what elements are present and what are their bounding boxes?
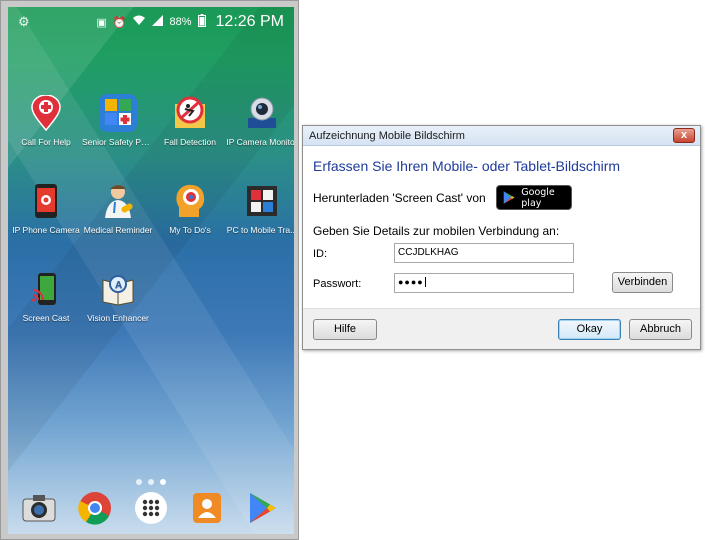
battery-icon	[197, 13, 206, 31]
page-dot	[148, 479, 154, 485]
contacts-icon[interactable]	[188, 489, 226, 527]
details-text: Geben Sie Details zur mobilen Verbindung…	[313, 224, 560, 238]
phone-frame: ⚙ ▣ ⏰ 88% 12:26 PM Call For Help Senior …	[0, 0, 299, 540]
app-call-for-help[interactable]: Call For Help	[10, 94, 82, 147]
phone-camera-icon	[27, 182, 65, 220]
alarm-icon: ⏰	[112, 16, 127, 29]
ip-camera-icon	[243, 94, 281, 132]
screen-recording-dialog: Aufzeichnung Mobile Bildschirm x Erfasse…	[302, 125, 701, 350]
app-label: Medical Reminder	[83, 225, 153, 235]
dialog-heading: Erfassen Sie Ihren Mobile- oder Tablet-B…	[313, 158, 621, 174]
app-drawer-icon[interactable]	[132, 489, 170, 527]
vision-book-icon: A	[99, 270, 137, 308]
pc-mobile-icon	[243, 182, 281, 220]
safety-phone-icon	[99, 94, 137, 132]
svg-text:A: A	[115, 280, 122, 291]
chrome-icon[interactable]	[76, 489, 114, 527]
download-text: Herunterladen 'Screen Cast' von	[313, 191, 486, 205]
help-button[interactable]: Hilfe	[313, 319, 377, 340]
ok-button[interactable]: Okay	[558, 319, 621, 340]
app-label: PC to Mobile Tra...	[226, 225, 294, 235]
app-medical-reminder[interactable]: Medical Reminder	[82, 182, 154, 235]
page-dot-active	[160, 479, 166, 485]
password-field[interactable]: ●●●●	[394, 273, 574, 293]
page-dot	[136, 479, 142, 485]
google-play-label: Google play	[521, 186, 555, 209]
clock: 12:26 PM	[215, 13, 284, 30]
app-label: My To Do's	[169, 225, 211, 235]
map-pin-plus-icon	[27, 94, 65, 132]
cast-icon: ▣	[96, 16, 107, 29]
app-pc-to-mobile-transfer[interactable]: PC to Mobile Tra...	[226, 182, 294, 235]
password-label: Passwort:	[313, 278, 362, 290]
app-label: Fall Detection	[164, 137, 216, 147]
connect-button[interactable]: Verbinden	[612, 272, 673, 293]
doctor-icon	[99, 182, 137, 220]
close-button[interactable]: x	[673, 128, 695, 143]
cancel-button[interactable]: Abbruch	[629, 319, 692, 340]
wifi-icon	[132, 15, 146, 29]
app-ip-phone-camera[interactable]: IP Phone Camera	[10, 182, 82, 235]
dock	[8, 487, 294, 534]
app-my-to-dos[interactable]: My To Do's	[154, 182, 226, 235]
fall-detection-icon	[171, 94, 209, 132]
play-store-icon	[503, 191, 515, 204]
id-field[interactable]: CCJDLKHAG	[394, 243, 574, 263]
app-vision-enhancer[interactable]: A Vision Enhancer	[82, 270, 154, 323]
password-value: ●●●●	[398, 277, 424, 287]
dialog-footer: Hilfe Okay Abbruch	[303, 308, 700, 349]
app-fall-detection[interactable]: Fall Detection	[154, 94, 226, 147]
id-label: ID:	[313, 248, 328, 260]
screen-cast-icon	[27, 270, 65, 308]
app-label: Vision Enhancer	[87, 313, 149, 323]
app-label: IP Camera Monitor	[226, 137, 294, 147]
battery-percent: 88%	[169, 16, 192, 28]
play-store-icon[interactable]	[244, 489, 282, 527]
dialog-titlebar: Aufzeichnung Mobile Bildschirm x	[303, 126, 700, 146]
app-label: Screen Cast	[22, 313, 70, 323]
status-bar: ⚙ ▣ ⏰ 88% 12:26 PM	[8, 7, 294, 37]
app-label: Senior Safety Pho...	[82, 137, 154, 147]
text-cursor	[424, 277, 426, 287]
app-ip-camera-monitor[interactable]: IP Camera Monitor	[226, 94, 294, 147]
camera-icon[interactable]	[20, 489, 58, 527]
signal-icon	[152, 15, 164, 29]
app-label: Call For Help	[21, 137, 71, 147]
dialog-title: Aufzeichnung Mobile Bildschirm	[309, 130, 465, 142]
todo-head-icon	[171, 182, 209, 220]
google-play-badge[interactable]: Google play	[496, 185, 572, 210]
phone-home-screen: ⚙ ▣ ⏰ 88% 12:26 PM Call For Help Senior …	[8, 7, 294, 534]
app-senior-safety-phone[interactable]: Senior Safety Pho...	[82, 94, 154, 147]
app-screen-cast[interactable]: Screen Cast	[10, 270, 82, 323]
app-label: IP Phone Camera	[12, 225, 80, 235]
notification-icon: ⚙	[18, 14, 30, 29]
